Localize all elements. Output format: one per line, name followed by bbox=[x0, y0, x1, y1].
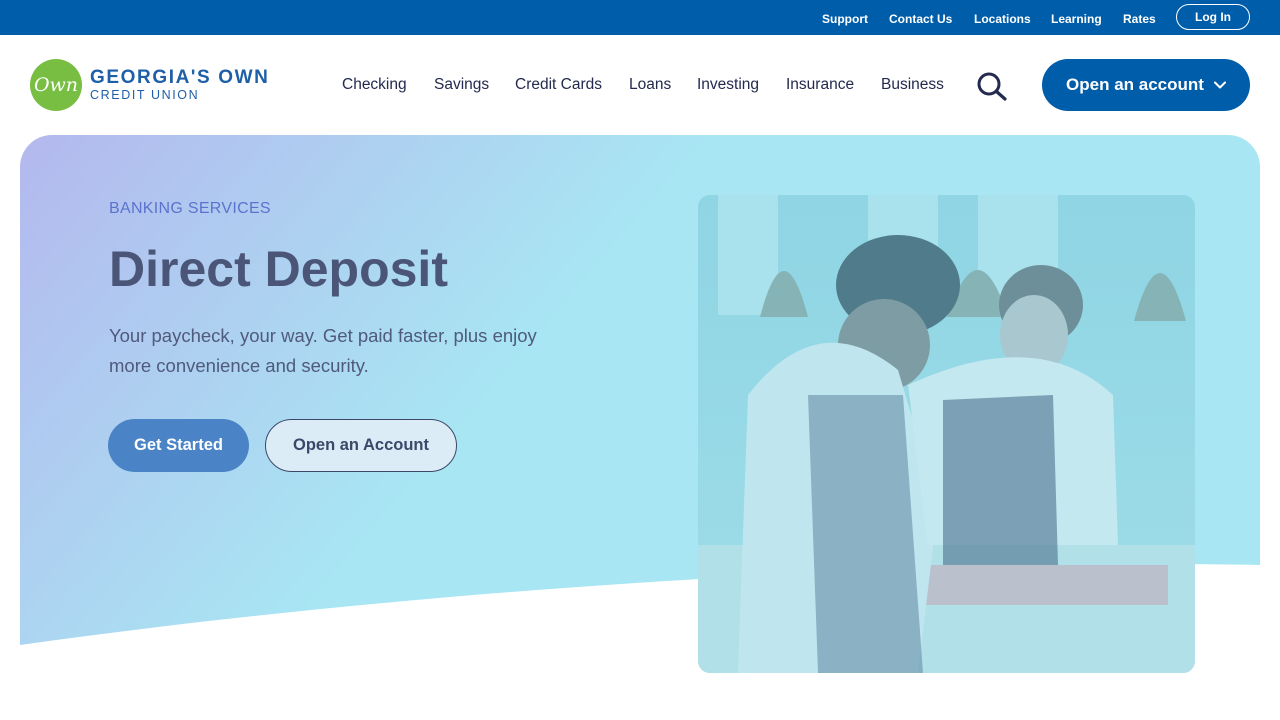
open-account-dropdown-button[interactable]: Open an account bbox=[1042, 59, 1250, 111]
logo-subname[interactable]: CREDIT UNION bbox=[90, 88, 199, 102]
chevron-down-icon bbox=[1213, 81, 1226, 89]
hero-eyebrow: BANKING SERVICES bbox=[109, 200, 271, 217]
get-started-button[interactable]: Get Started bbox=[108, 419, 249, 472]
login-button[interactable]: Log In bbox=[1176, 4, 1250, 30]
utility-link-locations[interactable]: Locations bbox=[974, 12, 1031, 26]
nav-item-credit-cards[interactable]: Credit Cards bbox=[515, 76, 602, 94]
open-an-account-button[interactable]: Open an Account bbox=[265, 419, 457, 472]
utility-link-learning[interactable]: Learning bbox=[1051, 12, 1102, 26]
hero-photo bbox=[698, 195, 1195, 673]
logo-mark[interactable]: Own bbox=[30, 59, 82, 111]
nav-item-checking[interactable]: Checking bbox=[342, 76, 407, 94]
utility-link-support[interactable]: Support bbox=[822, 12, 868, 26]
open-account-label: Open an account bbox=[1066, 75, 1204, 94]
page-title: Direct Deposit bbox=[109, 241, 448, 297]
hero-description: Your paycheck, your way. Get paid faster… bbox=[109, 325, 537, 376]
nav-item-savings[interactable]: Savings bbox=[434, 76, 489, 94]
chefs-photo-illustration bbox=[698, 195, 1195, 673]
utility-link-rates[interactable]: Rates bbox=[1123, 12, 1156, 26]
main-nav: Own GEORGIA'S OWN CREDIT UNION Checking … bbox=[0, 35, 1280, 135]
nav-item-insurance[interactable]: Insurance bbox=[786, 76, 854, 94]
logo-name[interactable]: GEORGIA'S OWN bbox=[90, 67, 269, 89]
nav-item-loans[interactable]: Loans bbox=[629, 76, 671, 94]
nav-item-investing[interactable]: Investing bbox=[697, 76, 759, 94]
nav-item-business[interactable]: Business bbox=[881, 76, 944, 94]
utility-bar: Support Contact Us Locations Learning Ra… bbox=[0, 0, 1280, 35]
search-icon[interactable] bbox=[975, 71, 1009, 101]
utility-link-contact-us[interactable]: Contact Us bbox=[889, 12, 952, 26]
